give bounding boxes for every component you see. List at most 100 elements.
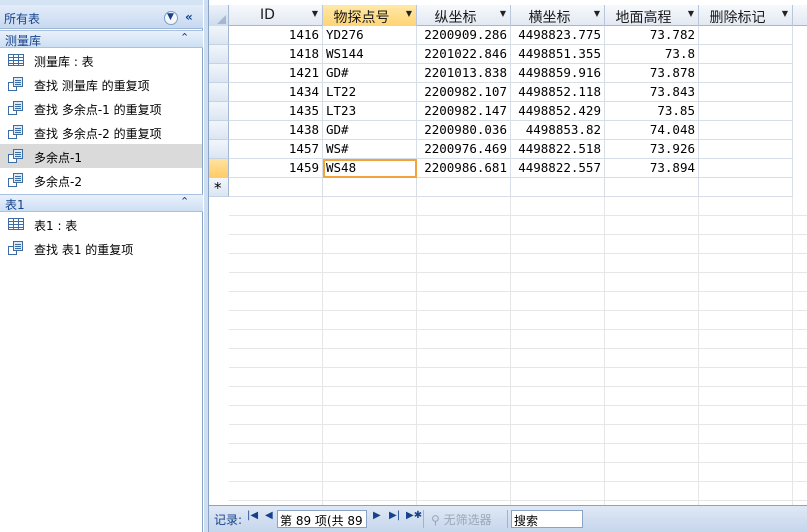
row-selector[interactable] bbox=[209, 64, 229, 83]
cell-x[interactable]: 4498822.518 bbox=[511, 140, 605, 159]
cell-delete-mark[interactable] bbox=[699, 140, 793, 159]
new-record-icon[interactable]: ▶✱ bbox=[406, 510, 422, 521]
cell-delete-mark[interactable] bbox=[699, 121, 793, 140]
cell-y[interactable]: 2200986.681 bbox=[417, 159, 511, 178]
cell-elevation[interactable]: 73.878 bbox=[605, 64, 699, 83]
cell-id[interactable]: 1418 bbox=[229, 45, 323, 64]
nav-item-measure-db-table[interactable]: 测量库 : 表 bbox=[0, 48, 202, 72]
new-record-selector[interactable] bbox=[209, 178, 229, 197]
cell-point[interactable]: YD276 bbox=[323, 26, 417, 45]
row-selector-current[interactable] bbox=[209, 159, 229, 178]
cell-id[interactable]: 1434 bbox=[229, 83, 323, 102]
next-record-icon[interactable]: ▶ bbox=[373, 510, 381, 521]
search-input[interactable]: 搜索 bbox=[511, 510, 583, 528]
cell-elevation[interactable]: 73.926 bbox=[605, 140, 699, 159]
new-cell[interactable] bbox=[699, 178, 793, 197]
column-header-elevation[interactable]: 地面高程 ▼ bbox=[605, 5, 699, 26]
cell-x[interactable]: 4498851.355 bbox=[511, 45, 605, 64]
nav-header[interactable]: 所有表 ▼ « bbox=[0, 5, 203, 29]
cell-x[interactable]: 4498853.82 bbox=[511, 121, 605, 140]
current-record-field[interactable]: 第 89 项(共 89 项 bbox=[277, 510, 367, 528]
nav-item-find-dup-measure-db[interactable]: 查找 测量库 的重复项 bbox=[0, 72, 202, 96]
cell-point[interactable]: LT23 bbox=[323, 102, 417, 121]
row-selector[interactable] bbox=[209, 102, 229, 121]
cell-x[interactable]: 4498852.429 bbox=[511, 102, 605, 121]
group-header-measure-db[interactable]: 测量库 ⌃ bbox=[0, 30, 203, 48]
group-header-table1[interactable]: 表1 ⌃ bbox=[0, 194, 203, 212]
cell-elevation[interactable]: 74.048 bbox=[605, 121, 699, 140]
sort-filter-dropdown-icon[interactable]: ▼ bbox=[312, 9, 318, 18]
new-cell[interactable] bbox=[417, 178, 511, 197]
cell-x[interactable]: 4498859.916 bbox=[511, 64, 605, 83]
cell-elevation[interactable]: 73.894 bbox=[605, 159, 699, 178]
column-header-y[interactable]: 纵坐标 ▼ bbox=[417, 5, 511, 26]
row-selector[interactable] bbox=[209, 83, 229, 102]
cell-y[interactable]: 2201022.846 bbox=[417, 45, 511, 64]
nav-item-extra-points-2[interactable]: 多余点-2 bbox=[0, 168, 202, 192]
cell-x[interactable]: 4498852.118 bbox=[511, 83, 605, 102]
cell-delete-mark[interactable] bbox=[699, 64, 793, 83]
collapse-pane-icon[interactable]: « bbox=[185, 10, 193, 24]
cell-point[interactable]: WS144 bbox=[323, 45, 417, 64]
cell-id[interactable]: 1459 bbox=[229, 159, 323, 178]
column-header-x[interactable]: 横坐标 ▼ bbox=[511, 5, 605, 26]
row-selector[interactable] bbox=[209, 45, 229, 64]
nav-item-find-dup-extra-2[interactable]: 查找 多余点-2 的重复项 bbox=[0, 120, 202, 144]
sort-filter-dropdown-icon[interactable]: ▼ bbox=[500, 9, 506, 18]
cell-x[interactable]: 4498823.775 bbox=[511, 26, 605, 45]
first-record-icon[interactable]: |◀ bbox=[247, 510, 258, 521]
cell-y[interactable]: 2201013.838 bbox=[417, 64, 511, 83]
filter-status[interactable]: ⚲ 无筛选器 bbox=[431, 511, 492, 528]
cell-elevation[interactable]: 73.843 bbox=[605, 83, 699, 102]
cell-point[interactable]: LT22 bbox=[323, 83, 417, 102]
new-cell[interactable] bbox=[511, 178, 605, 197]
chevron-up-icon[interactable]: ⌃ bbox=[180, 195, 189, 208]
nav-item-table1-table[interactable]: 表1 : 表 bbox=[0, 212, 202, 236]
cell-delete-mark[interactable] bbox=[699, 45, 793, 64]
nav-title[interactable]: 所有表 bbox=[4, 10, 40, 27]
new-cell[interactable] bbox=[605, 178, 699, 197]
new-cell[interactable] bbox=[323, 178, 417, 197]
cell-elevation[interactable]: 73.782 bbox=[605, 26, 699, 45]
sort-filter-dropdown-icon[interactable]: ▼ bbox=[594, 9, 600, 18]
cell-y[interactable]: 2200976.469 bbox=[417, 140, 511, 159]
nav-item-extra-points-1[interactable]: 多余点-1 bbox=[0, 144, 202, 168]
row-selector[interactable] bbox=[209, 140, 229, 159]
column-header-delete-mark[interactable]: 删除标记 ▼ bbox=[699, 5, 793, 26]
cell-y[interactable]: 2200909.286 bbox=[417, 26, 511, 45]
cell-elevation[interactable]: 73.85 bbox=[605, 102, 699, 121]
cell-point[interactable]: WS# bbox=[323, 140, 417, 159]
cell-elevation[interactable]: 73.8 bbox=[605, 45, 699, 64]
cell-delete-mark[interactable] bbox=[699, 102, 793, 121]
row-selector[interactable] bbox=[209, 121, 229, 140]
select-all-button[interactable] bbox=[209, 5, 229, 26]
nav-item-find-dup-extra-1[interactable]: 查找 多余点-1 的重复项 bbox=[0, 96, 202, 120]
nav-menu-dropdown-button[interactable]: ▼ bbox=[164, 11, 178, 25]
cell-y[interactable]: 2200982.147 bbox=[417, 102, 511, 121]
cell-y[interactable]: 2200980.036 bbox=[417, 121, 511, 140]
previous-record-icon[interactable]: ◀ bbox=[265, 510, 273, 521]
row-selector[interactable] bbox=[209, 26, 229, 45]
cell-id[interactable]: 1438 bbox=[229, 121, 323, 140]
column-header-point[interactable]: 物探点号 ▼ bbox=[323, 5, 417, 26]
last-record-icon[interactable]: ▶| bbox=[389, 510, 400, 521]
nav-item-find-dup-table1[interactable]: 查找 表1 的重复项 bbox=[0, 236, 202, 260]
cell-id[interactable]: 1421 bbox=[229, 64, 323, 83]
cell-point[interactable]: GD# bbox=[323, 121, 417, 140]
cell-delete-mark[interactable] bbox=[699, 26, 793, 45]
sort-filter-dropdown-icon[interactable]: ▼ bbox=[688, 9, 694, 18]
column-header-id[interactable]: ID ▼ bbox=[229, 5, 323, 26]
cell-point[interactable]: GD# bbox=[323, 64, 417, 83]
cell-point-editing[interactable]: WS48 bbox=[323, 159, 417, 178]
cell-x[interactable]: 4498822.557 bbox=[511, 159, 605, 178]
cell-id[interactable]: 1457 bbox=[229, 140, 323, 159]
cell-y[interactable]: 2200982.107 bbox=[417, 83, 511, 102]
new-cell[interactable] bbox=[229, 178, 323, 197]
sort-filter-dropdown-icon[interactable]: ▼ bbox=[406, 9, 412, 18]
cell-id[interactable]: 1435 bbox=[229, 102, 323, 121]
sort-filter-dropdown-icon[interactable]: ▼ bbox=[782, 9, 788, 18]
cell-id[interactable]: 1416 bbox=[229, 26, 323, 45]
chevron-up-icon[interactable]: ⌃ bbox=[180, 31, 189, 44]
cell-delete-mark[interactable] bbox=[699, 83, 793, 102]
cell-delete-mark[interactable] bbox=[699, 159, 793, 178]
